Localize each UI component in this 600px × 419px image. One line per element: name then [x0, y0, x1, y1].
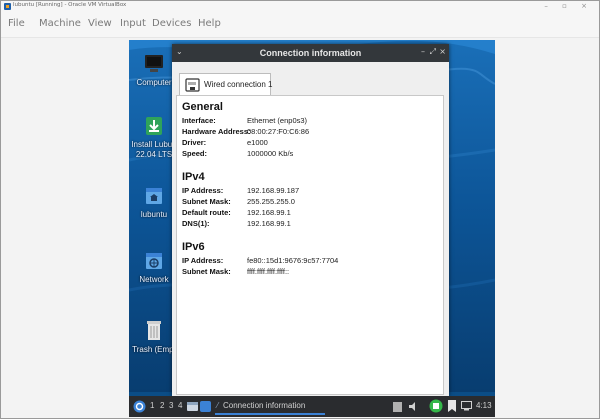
dialog-body: Wired connection 1 General Interface: Et…: [172, 62, 449, 396]
info-key: Hardware Address:: [182, 127, 251, 136]
task-icon: ⁄: [217, 401, 219, 410]
info-key: Speed:: [182, 149, 208, 158]
minimize-icon[interactable]: –: [544, 2, 554, 10]
monitor-icon[interactable]: [461, 401, 472, 411]
info-value: 192.168.99.187: [247, 186, 300, 195]
notification-icon[interactable]: [446, 399, 458, 413]
installer-icon: [146, 117, 162, 135]
section-heading-ipv4: IPv4: [182, 171, 205, 183]
browser-icon[interactable]: [200, 401, 211, 412]
host-window-controls[interactable]: – ▫ ×: [544, 2, 593, 10]
info-value: 192.168.99.1: [247, 219, 291, 228]
workspace-2[interactable]: 2: [160, 401, 164, 410]
info-key: Subnet Mask:: [182, 197, 231, 206]
info-value: fe80::15d1:9676:9c57:7704: [247, 256, 339, 265]
taskbar-task-connection-information[interactable]: ⁄ Connection information: [215, 398, 325, 415]
guest-screen[interactable]: Computer Install Lubun 22.04 LTS lubuntu…: [129, 40, 495, 417]
info-key: Default route:: [182, 208, 231, 217]
maximize-icon[interactable]: ▫: [562, 2, 573, 10]
computer-icon: [145, 55, 163, 72]
file-manager-icon[interactable]: [187, 401, 198, 412]
clock[interactable]: 4:13: [476, 401, 492, 410]
tab-wired-connection-1[interactable]: Wired connection 1: [179, 73, 273, 95]
info-value: Ethernet (enp0s3): [247, 116, 308, 125]
menu-machine[interactable]: Machine: [39, 18, 81, 29]
info-key: IP Address:: [182, 186, 224, 195]
info-value: 1000000 Kb/s: [247, 149, 294, 158]
taskbar: 1 2 3 4 ⁄ Connection information 4:13: [129, 396, 495, 417]
host-menubar: File Machine View Input Devices Help: [1, 13, 599, 38]
connection-details-panel: General Interface: Ethernet (enp0s3) Har…: [176, 95, 444, 395]
dialog-title: Connection information: [259, 48, 362, 58]
workspace-4[interactable]: 4: [178, 401, 182, 410]
info-value: 255.255.255.0: [247, 197, 295, 206]
info-value: e1000: [247, 138, 268, 147]
menu-devices[interactable]: Devices: [152, 18, 191, 29]
info-key: IP Address:: [182, 256, 224, 265]
volume-icon[interactable]: [408, 401, 418, 412]
info-key: DNS(1):: [182, 219, 210, 228]
info-value: 08:00:27:F0:C6:86: [247, 127, 310, 136]
minimize-icon[interactable]: –: [421, 47, 425, 56]
workspace-3[interactable]: 3: [169, 401, 173, 410]
info-key: Interface:: [182, 116, 216, 125]
info-value: ffff:ffff:ffff:ffff::: [247, 267, 290, 276]
tab-label: Wired connection 1: [204, 80, 273, 89]
close-icon[interactable]: ×: [439, 47, 446, 56]
menu-file[interactable]: File: [8, 18, 25, 29]
section-heading-general: General: [182, 101, 223, 113]
host-titlebar: lubuntu [Running] - Oracle VM VirtualBox…: [1, 1, 599, 13]
network-folder-icon: [146, 253, 162, 269]
host-window-title: lubuntu [Running] - Oracle VM VirtualBox: [13, 2, 127, 8]
lubuntu-menu-icon[interactable]: [133, 400, 146, 413]
workspace-1[interactable]: 1: [150, 401, 154, 410]
maximize-icon[interactable]: ⤢: [430, 47, 436, 57]
info-key: Driver:: [182, 138, 207, 147]
menu-help[interactable]: Help: [198, 18, 221, 29]
trash-icon: [147, 321, 161, 340]
menu-view[interactable]: View: [88, 18, 112, 29]
close-icon[interactable]: ×: [581, 2, 593, 10]
battery-icon[interactable]: [393, 401, 402, 412]
network-status-icon[interactable]: [429, 399, 443, 413]
section-heading-ipv6: IPv6: [182, 241, 205, 253]
menu-input[interactable]: Input: [120, 18, 146, 29]
virtualbox-app-icon: [4, 3, 11, 10]
info-value: 192.168.99.1: [247, 208, 291, 217]
connection-info-dialog: ⌄ Connection information – ⤢ × Wired con…: [172, 44, 449, 396]
info-key: Subnet Mask:: [182, 267, 231, 276]
home-folder-icon: [146, 188, 162, 204]
ethernet-port-icon: [185, 78, 200, 92]
dialog-titlebar[interactable]: ⌄ Connection information – ⤢ ×: [172, 44, 449, 62]
task-label: Connection information: [223, 401, 306, 410]
